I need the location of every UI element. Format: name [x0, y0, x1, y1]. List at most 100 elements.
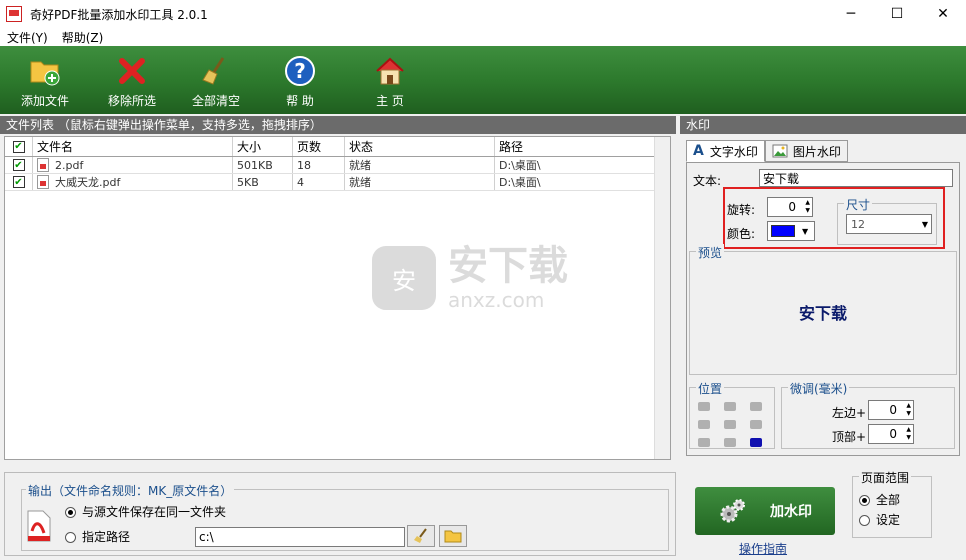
text-label: 文本:: [693, 174, 722, 188]
row-path: D:\桌面\: [499, 176, 541, 189]
col-path[interactable]: 路径: [495, 137, 650, 156]
option-custom-path[interactable]: 指定路径: [65, 528, 130, 545]
picture-icon: [772, 144, 788, 158]
gears-icon: [720, 499, 745, 523]
page-range-group: 页面范围 全部 设定: [852, 469, 932, 538]
remove-selected-button[interactable]: 移除所选: [90, 46, 174, 114]
broom-small-icon: [414, 528, 427, 543]
remove-selected-label: 移除所选: [107, 94, 156, 108]
position-bottom-right[interactable]: [750, 438, 762, 447]
row-checkbox[interactable]: ✔: [12, 176, 25, 188]
row-checkbox-cell[interactable]: ✔: [5, 174, 33, 190]
red-x-icon: [119, 58, 145, 84]
row-checkbox[interactable]: ✔: [12, 159, 25, 171]
radio-range-custom[interactable]: [859, 515, 870, 526]
tab-image-label: 图片水印: [792, 144, 841, 159]
position-group: 位置: [689, 380, 775, 449]
left-offset-value: 0: [889, 403, 897, 417]
top-offset-spinner[interactable]: 0: [868, 424, 914, 444]
col-size[interactable]: 大小: [233, 137, 293, 156]
add-file-button[interactable]: 添加文件: [0, 46, 90, 114]
close-button[interactable]: ✕: [920, 0, 966, 28]
select-all-checkbox[interactable]: ✔: [12, 140, 25, 153]
row-pages: 4: [293, 174, 345, 190]
radio-same-folder[interactable]: [65, 507, 76, 518]
col-pages[interactable]: 页数: [293, 137, 345, 156]
position-bottom-left[interactable]: [698, 438, 710, 447]
row-filename-cell: 2.pdf: [33, 157, 233, 173]
highlight-box: [723, 187, 945, 249]
watermark-text-input[interactable]: 安下载: [759, 169, 953, 187]
maximize-button[interactable]: ☐: [874, 0, 920, 28]
run-panel: 加水印 操作指南 页面范围 全部 设定: [682, 460, 962, 558]
menu-help[interactable]: 帮助(Z): [55, 29, 111, 46]
option-same-label: 与源文件保存在同一文件夹: [82, 505, 227, 519]
watermark-settings: 文本: 安下载 旋转: 0 颜色: ▼ 尺寸 12 ▼ 预览 安下载 位置: [686, 162, 960, 456]
watermark-header: 水印: [680, 116, 966, 134]
minimize-button[interactable]: ─: [828, 0, 874, 28]
menu-file[interactable]: 文件(Y): [0, 29, 55, 46]
position-top-center[interactable]: [724, 402, 736, 411]
row-checkbox-cell[interactable]: ✔: [5, 157, 33, 173]
range-custom-option[interactable]: 设定: [859, 511, 900, 528]
option-same-folder[interactable]: 与源文件保存在同一文件夹: [65, 503, 226, 520]
row-filename: 2.pdf: [55, 158, 84, 172]
home-button[interactable]: 主 页: [348, 46, 432, 114]
position-middle-left[interactable]: [698, 420, 710, 429]
site-watermark: 安 安下载 anxz.com: [372, 238, 592, 318]
top-offset-label: 顶部+: [832, 430, 867, 444]
position-label: 位置: [696, 380, 725, 397]
vertical-scrollbar[interactable]: [654, 137, 670, 459]
left-offset-spinner[interactable]: 0: [868, 400, 914, 420]
watermark-en-text: anxz.com: [448, 288, 545, 312]
help-button[interactable]: ? 帮 助: [258, 46, 342, 114]
output-label: 输出（文件命名规则：MK_原文件名）: [26, 482, 235, 499]
col-status[interactable]: 状态: [345, 137, 495, 156]
table-row[interactable]: ✔ 2.pdf 501KB 18 就绪 D:\桌面\: [5, 157, 670, 174]
page-range-label: 页面范围: [859, 469, 912, 486]
position-middle-right[interactable]: [750, 420, 762, 429]
path-input[interactable]: c:\: [195, 527, 405, 547]
tab-text-label: 文字水印: [709, 144, 758, 159]
shield-logo-icon: 安: [372, 246, 436, 310]
add-file-label: 添加文件: [20, 94, 69, 108]
position-top-left[interactable]: [698, 402, 710, 411]
tab-image-watermark[interactable]: 图片水印: [764, 140, 848, 162]
pdf-file-icon: [37, 175, 49, 189]
row-path: D:\桌面\: [499, 159, 541, 172]
range-all-option[interactable]: 全部: [859, 491, 900, 508]
tab-text-watermark[interactable]: A 文字水印: [686, 140, 765, 162]
watermark-cn-text: 安下载: [448, 243, 568, 289]
preview-group: 预览 安下载: [689, 244, 957, 375]
browse-folder-button[interactable]: [439, 525, 467, 547]
select-all-cell[interactable]: ✔: [5, 137, 33, 156]
add-watermark-button[interactable]: 加水印: [695, 487, 835, 535]
pdf-file-icon: [37, 158, 49, 172]
option-path-label: 指定路径: [82, 530, 131, 544]
add-watermark-label: 加水印: [770, 504, 812, 520]
row-pages: 18: [293, 157, 345, 173]
svg-text:?: ?: [294, 59, 306, 83]
text-a-icon: A: [693, 143, 704, 159]
guide-link[interactable]: 操作指南: [739, 540, 787, 557]
home-icon: [376, 57, 404, 85]
range-all-label: 全部: [876, 493, 901, 507]
help-icon: ?: [285, 56, 315, 86]
preview-label: 预览: [696, 244, 725, 261]
position-top-right[interactable]: [750, 402, 762, 411]
range-custom-label: 设定: [876, 513, 901, 527]
position-bottom-center[interactable]: [724, 438, 736, 447]
row-status: 就绪: [345, 174, 495, 190]
position-grid[interactable]: [698, 402, 762, 447]
radio-custom-path[interactable]: [65, 532, 76, 543]
clear-path-button[interactable]: [407, 525, 435, 547]
filelist-header: 文件列表 （鼠标右键弹出操作菜单，支持多选，拖拽排序）: [0, 116, 676, 134]
col-filename[interactable]: 文件名: [33, 137, 233, 156]
left-offset-label: 左边+: [832, 406, 867, 420]
position-center[interactable]: [724, 420, 736, 429]
table-row[interactable]: ✔ 大威天龙.pdf 5KB 4 就绪 D:\桌面\: [5, 174, 670, 191]
clear-all-button[interactable]: 全部清空: [174, 46, 258, 114]
radio-range-all[interactable]: [859, 495, 870, 506]
toolbar: 添加文件 移除所选 全部清空 ? 帮 助 主 页: [0, 46, 966, 114]
top-offset-value: 0: [889, 427, 897, 441]
